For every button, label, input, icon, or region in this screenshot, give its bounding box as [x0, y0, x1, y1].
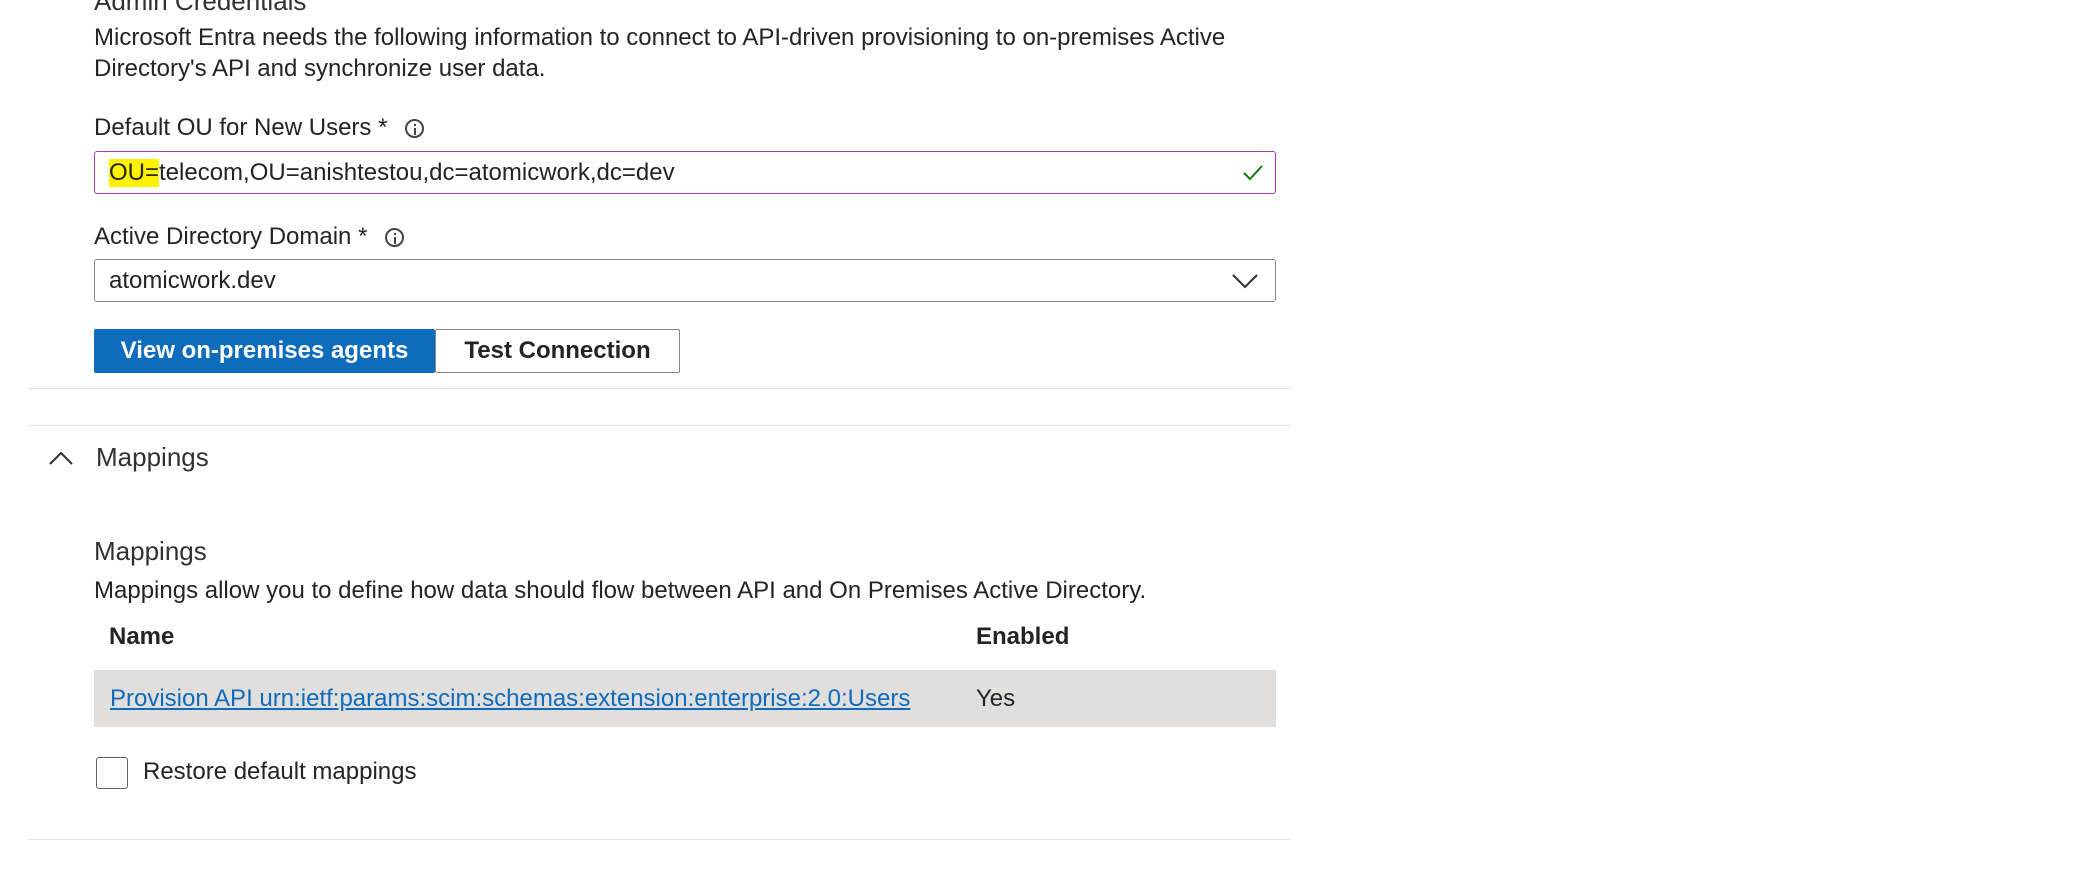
ad-domain-label-row: Active Directory Domain * [94, 223, 405, 251]
restore-default-mappings-checkbox[interactable] [96, 757, 128, 789]
default-ou-label-row: Default OU for New Users * [94, 114, 425, 142]
mappings-description: Mappings allow you to define how data sh… [94, 577, 1147, 604]
column-header-name[interactable]: Name [109, 623, 174, 651]
info-icon[interactable] [385, 227, 405, 247]
info-icon[interactable] [405, 118, 425, 138]
mappings-subtitle: Mappings [94, 536, 207, 566]
test-connection-button[interactable]: Test Connection [435, 329, 680, 373]
divider [28, 388, 1290, 389]
checkmark-icon [1243, 165, 1263, 181]
mappings-collapse-toggle[interactable]: Mappings [48, 442, 209, 473]
chevron-up-icon [49, 451, 73, 465]
divider [28, 839, 1290, 840]
default-ou-label: Default OU for New Users * [94, 114, 388, 141]
chevron-down-icon [1232, 274, 1258, 289]
ad-domain-label: Active Directory Domain * [94, 223, 368, 250]
mapping-link[interactable]: Provision API urn:ietf:params:scim:schem… [110, 685, 910, 713]
ou-value-text: telecom,OU=anishtestou,dc=atomicwork,dc=… [159, 158, 675, 186]
ad-domain-dropdown[interactable]: atomicwork.dev [94, 259, 1276, 302]
view-on-premises-agents-button[interactable]: View on-premises agents [94, 329, 435, 373]
divider [28, 425, 1290, 426]
default-ou-input[interactable]: OU= telecom,OU=anishtestou,dc=atomicwork,… [94, 151, 1276, 194]
column-header-enabled[interactable]: Enabled [976, 623, 1069, 651]
admin-description: Microsoft Entra needs the following info… [94, 24, 1226, 82]
ou-highlighted-text: OU= [109, 158, 160, 187]
ad-domain-selected: atomicwork.dev [109, 266, 276, 294]
mappings-header-title: Mappings [96, 442, 209, 472]
mapping-enabled-value: Yes [976, 685, 1016, 712]
restore-default-mappings-label[interactable]: Restore default mappings [143, 758, 417, 786]
table-row[interactable]: Provision API urn:ietf:params:scim:schem… [94, 670, 1276, 727]
section-title: Admin Credentials [94, 0, 307, 16]
